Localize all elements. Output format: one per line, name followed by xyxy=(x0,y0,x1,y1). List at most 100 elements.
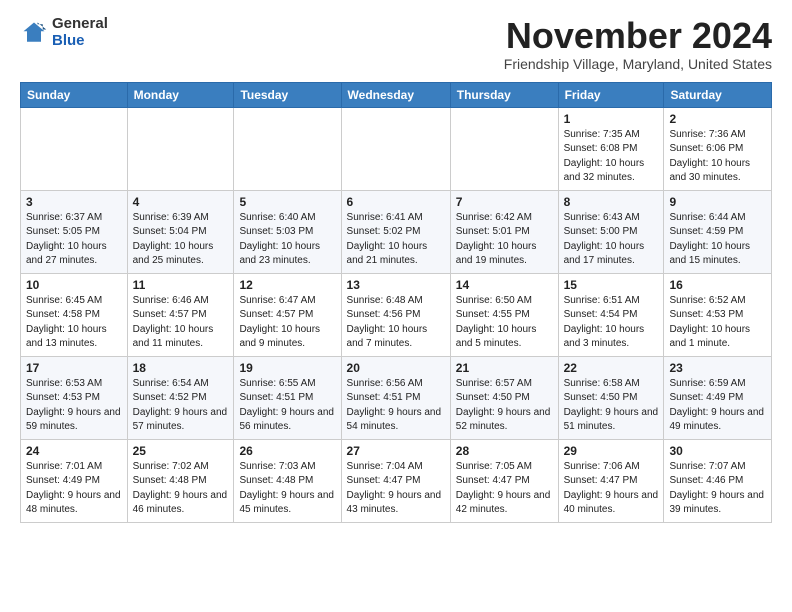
day-info: Sunrise: 6:57 AM Sunset: 4:50 PM Dayligh… xyxy=(456,377,553,435)
day-number: 12 xyxy=(239,278,335,292)
day-info: Sunrise: 6:42 AM Sunset: 5:01 PM Dayligh… xyxy=(456,211,553,269)
logo-general: General xyxy=(52,16,108,33)
day-info: Sunrise: 7:35 AM Sunset: 6:08 PM Dayligh… xyxy=(564,128,659,186)
day-info: Sunrise: 6:45 AM Sunset: 4:58 PM Dayligh… xyxy=(26,294,122,352)
day-number: 7 xyxy=(456,195,553,209)
calendar-cell: 21 Sunrise: 6:57 AM Sunset: 4:50 PM Dayli… xyxy=(450,356,558,439)
calendar-cell xyxy=(21,107,128,190)
subtitle: Friendship Village, Maryland, United Sta… xyxy=(504,56,772,72)
day-number: 1 xyxy=(564,112,659,126)
calendar-cell: 12 Sunrise: 6:47 AM Sunset: 4:57 PM Dayli… xyxy=(234,273,341,356)
calendar-cell: 6Sunrise: 6:41 AM Sunset: 5:02 PM Daylig… xyxy=(341,190,450,273)
day-header-monday: Monday xyxy=(127,82,234,107)
day-header-saturday: Saturday xyxy=(664,82,772,107)
calendar-header-row: SundayMondayTuesdayWednesdayThursdayFrid… xyxy=(21,82,772,107)
day-info: Sunrise: 6:58 AM Sunset: 4:50 PM Dayligh… xyxy=(564,377,659,435)
calendar-cell: 28Sunrise: 7:05 AM Sunset: 4:47 PM Dayli… xyxy=(450,439,558,522)
logo-blue: Blue xyxy=(52,33,108,50)
calendar-cell: 14 Sunrise: 6:50 AM Sunset: 4:55 PM Dayli… xyxy=(450,273,558,356)
day-info: Sunrise: 7:04 AM Sunset: 4:47 PM Dayligh… xyxy=(347,460,445,518)
day-number: 26 xyxy=(239,444,335,458)
calendar-cell: 10 Sunrise: 6:45 AM Sunset: 4:58 PM Dayli… xyxy=(21,273,128,356)
calendar-cell: 17Sunrise: 6:53 AM Sunset: 4:53 PM Dayli… xyxy=(21,356,128,439)
calendar-cell xyxy=(450,107,558,190)
day-info: Sunrise: 6:54 AM Sunset: 4:52 PM Dayligh… xyxy=(133,377,229,435)
day-info: Sunrise: 6:50 AM Sunset: 4:55 PM Dayligh… xyxy=(456,294,553,352)
day-number: 21 xyxy=(456,361,553,375)
day-info: Sunrise: 6:44 AM Sunset: 4:59 PM Dayligh… xyxy=(669,211,766,269)
day-number: 24 xyxy=(26,444,122,458)
page: General Blue November 2024 Friendship Vi… xyxy=(0,0,792,533)
day-number: 27 xyxy=(347,444,445,458)
day-header-tuesday: Tuesday xyxy=(234,82,341,107)
title-area: November 2024 Friendship Village, Maryla… xyxy=(504,16,772,72)
day-info: Sunrise: 6:53 AM Sunset: 4:53 PM Dayligh… xyxy=(26,377,122,435)
calendar-cell: 5 Sunrise: 6:40 AM Sunset: 5:03 PM Daylig… xyxy=(234,190,341,273)
calendar-week-3: 10 Sunrise: 6:45 AM Sunset: 4:58 PM Dayli… xyxy=(21,273,772,356)
day-number: 30 xyxy=(669,444,766,458)
calendar-cell: 19 Sunrise: 6:55 AM Sunset: 4:51 PM Dayli… xyxy=(234,356,341,439)
calendar-cell: 3 Sunrise: 6:37 AM Sunset: 5:05 PM Daylig… xyxy=(21,190,128,273)
calendar-week-5: 24 Sunrise: 7:01 AM Sunset: 4:49 PM Dayli… xyxy=(21,439,772,522)
calendar-cell: 23 Sunrise: 6:59 AM Sunset: 4:49 PM Dayli… xyxy=(664,356,772,439)
header: General Blue November 2024 Friendship Vi… xyxy=(20,16,772,72)
calendar-cell: 7 Sunrise: 6:42 AM Sunset: 5:01 PM Daylig… xyxy=(450,190,558,273)
calendar-cell xyxy=(341,107,450,190)
day-info: Sunrise: 7:07 AM Sunset: 4:46 PM Dayligh… xyxy=(669,460,766,518)
calendar-cell xyxy=(234,107,341,190)
day-info: Sunrise: 6:51 AM Sunset: 4:54 PM Dayligh… xyxy=(564,294,659,352)
day-info: Sunrise: 6:48 AM Sunset: 4:56 PM Dayligh… xyxy=(347,294,445,352)
day-info: Sunrise: 6:37 AM Sunset: 5:05 PM Dayligh… xyxy=(26,211,122,269)
calendar-cell: 29 Sunrise: 7:06 AM Sunset: 4:47 PM Dayli… xyxy=(558,439,664,522)
day-info: Sunrise: 7:06 AM Sunset: 4:47 PM Dayligh… xyxy=(564,460,659,518)
calendar-cell: 20 Sunrise: 6:56 AM Sunset: 4:51 PM Dayli… xyxy=(341,356,450,439)
day-info: Sunrise: 6:40 AM Sunset: 5:03 PM Dayligh… xyxy=(239,211,335,269)
day-number: 10 xyxy=(26,278,122,292)
day-info: Sunrise: 6:47 AM Sunset: 4:57 PM Dayligh… xyxy=(239,294,335,352)
day-number: 23 xyxy=(669,361,766,375)
calendar-cell: 8Sunrise: 6:43 AM Sunset: 5:00 PM Daylig… xyxy=(558,190,664,273)
day-number: 14 xyxy=(456,278,553,292)
day-info: Sunrise: 6:56 AM Sunset: 4:51 PM Dayligh… xyxy=(347,377,445,435)
month-title: November 2024 xyxy=(504,16,772,56)
day-number: 25 xyxy=(133,444,229,458)
day-number: 6 xyxy=(347,195,445,209)
calendar-cell: 26Sunrise: 7:03 AM Sunset: 4:48 PM Dayli… xyxy=(234,439,341,522)
day-info: Sunrise: 7:36 AM Sunset: 6:06 PM Dayligh… xyxy=(669,128,766,186)
day-number: 16 xyxy=(669,278,766,292)
logo-icon xyxy=(20,19,48,47)
calendar-week-1: 1 Sunrise: 7:35 AM Sunset: 6:08 PM Daylig… xyxy=(21,107,772,190)
day-number: 9 xyxy=(669,195,766,209)
calendar-week-4: 17Sunrise: 6:53 AM Sunset: 4:53 PM Dayli… xyxy=(21,356,772,439)
day-number: 3 xyxy=(26,195,122,209)
day-number: 28 xyxy=(456,444,553,458)
calendar-cell: 24 Sunrise: 7:01 AM Sunset: 4:49 PM Dayli… xyxy=(21,439,128,522)
day-info: Sunrise: 6:46 AM Sunset: 4:57 PM Dayligh… xyxy=(133,294,229,352)
day-number: 13 xyxy=(347,278,445,292)
day-info: Sunrise: 6:59 AM Sunset: 4:49 PM Dayligh… xyxy=(669,377,766,435)
day-number: 19 xyxy=(239,361,335,375)
calendar-cell: 30 Sunrise: 7:07 AM Sunset: 4:46 PM Dayli… xyxy=(664,439,772,522)
day-number: 29 xyxy=(564,444,659,458)
calendar-cell: 18 Sunrise: 6:54 AM Sunset: 4:52 PM Dayli… xyxy=(127,356,234,439)
day-number: 4 xyxy=(133,195,229,209)
calendar-cell: 9 Sunrise: 6:44 AM Sunset: 4:59 PM Daylig… xyxy=(664,190,772,273)
calendar-cell: 22 Sunrise: 6:58 AM Sunset: 4:50 PM Dayli… xyxy=(558,356,664,439)
day-number: 15 xyxy=(564,278,659,292)
day-number: 22 xyxy=(564,361,659,375)
calendar-cell: 16 Sunrise: 6:52 AM Sunset: 4:53 PM Dayli… xyxy=(664,273,772,356)
day-info: Sunrise: 6:39 AM Sunset: 5:04 PM Dayligh… xyxy=(133,211,229,269)
day-info: Sunrise: 7:01 AM Sunset: 4:49 PM Dayligh… xyxy=(26,460,122,518)
day-number: 5 xyxy=(239,195,335,209)
day-info: Sunrise: 6:55 AM Sunset: 4:51 PM Dayligh… xyxy=(239,377,335,435)
calendar-cell: 15 Sunrise: 6:51 AM Sunset: 4:54 PM Dayli… xyxy=(558,273,664,356)
day-number: 18 xyxy=(133,361,229,375)
day-header-sunday: Sunday xyxy=(21,82,128,107)
day-info: Sunrise: 7:02 AM Sunset: 4:48 PM Dayligh… xyxy=(133,460,229,518)
day-number: 20 xyxy=(347,361,445,375)
calendar-cell: 2Sunrise: 7:36 AM Sunset: 6:06 PM Daylig… xyxy=(664,107,772,190)
day-info: Sunrise: 6:43 AM Sunset: 5:00 PM Dayligh… xyxy=(564,211,659,269)
day-header-thursday: Thursday xyxy=(450,82,558,107)
day-info: Sunrise: 6:52 AM Sunset: 4:53 PM Dayligh… xyxy=(669,294,766,352)
logo: General Blue xyxy=(20,16,108,49)
